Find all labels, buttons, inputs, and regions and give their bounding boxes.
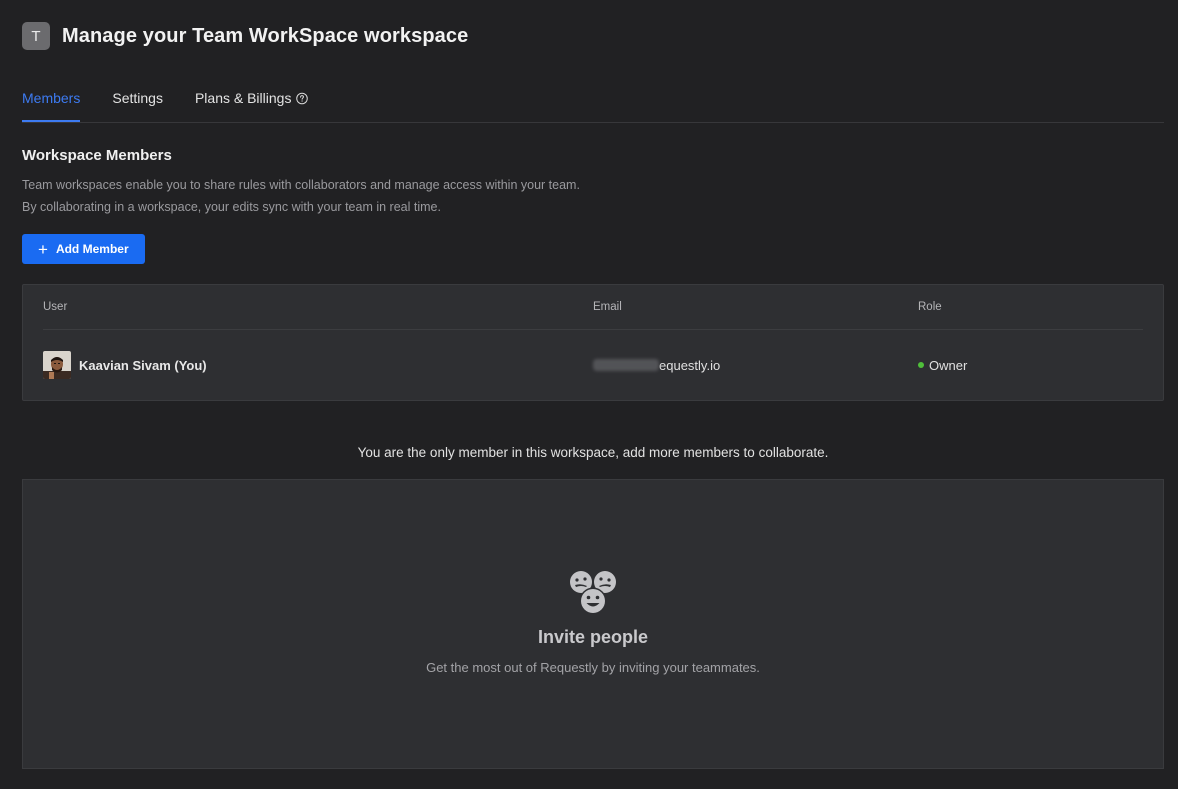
status-dot-icon [918, 362, 924, 368]
add-member-label: Add Member [55, 242, 129, 256]
section-description: Team workspaces enable you to share rule… [22, 174, 1164, 218]
invite-subtitle: Get the most out of Requestly by invitin… [426, 660, 760, 675]
tab-members-label: Members [22, 90, 81, 106]
workspace-settings-page: T Manage your Team WorkSpace workspace M… [0, 0, 1178, 789]
role-label: Owner [929, 357, 968, 373]
only-member-message: You are the only member in this workspac… [357, 445, 829, 460]
page-header: T Manage your Team WorkSpace workspace [22, 0, 1164, 72]
role-cell: Owner [918, 358, 1068, 373]
email-domain: equestly.io [659, 357, 721, 373]
email-cell: equestly.io [593, 358, 918, 373]
plus-icon: + [38, 239, 48, 259]
invite-title: Invite people [537, 627, 649, 647]
tab-members[interactable]: Members [22, 90, 81, 122]
section-title: Workspace Members [22, 147, 172, 164]
user-name: Kaavian Sivam (You) [79, 357, 207, 373]
tab-plans-billings[interactable]: Plans & Billings [195, 90, 309, 122]
table-header: User Email Role [43, 285, 1143, 330]
user-cell: Kaavian Sivam (You) [43, 351, 593, 379]
tab-settings[interactable]: Settings [112, 90, 163, 122]
invite-empty-state: Invite people Get the most out of Reques… [22, 479, 1164, 769]
tab-settings-label: Settings [112, 90, 163, 106]
workspace-avatar: T [22, 22, 50, 50]
column-header-email: Email [593, 301, 622, 313]
description-line-2: By collaborating in a workspace, your ed… [22, 200, 441, 214]
tab-plans-billings-label: Plans & Billings [194, 90, 292, 106]
redacted-email-prefix [593, 359, 659, 371]
tab-bar: Members Settings Plans & Billings [22, 72, 1164, 123]
column-header-user: User [43, 301, 68, 313]
avatar [43, 351, 71, 379]
members-table: User Email Role Kaavian Sivam (You) eque… [22, 284, 1164, 401]
column-header-role: Role [918, 301, 942, 313]
description-line-1: Team workspaces enable you to share rule… [22, 178, 580, 192]
table-row: Kaavian Sivam (You) equestly.io Owner [43, 330, 1143, 400]
help-circle-icon[interactable] [296, 92, 309, 105]
add-member-button[interactable]: + Add Member [22, 234, 145, 264]
people-faces-icon [568, 570, 618, 621]
page-title: Manage your Team WorkSpace workspace [62, 24, 469, 47]
